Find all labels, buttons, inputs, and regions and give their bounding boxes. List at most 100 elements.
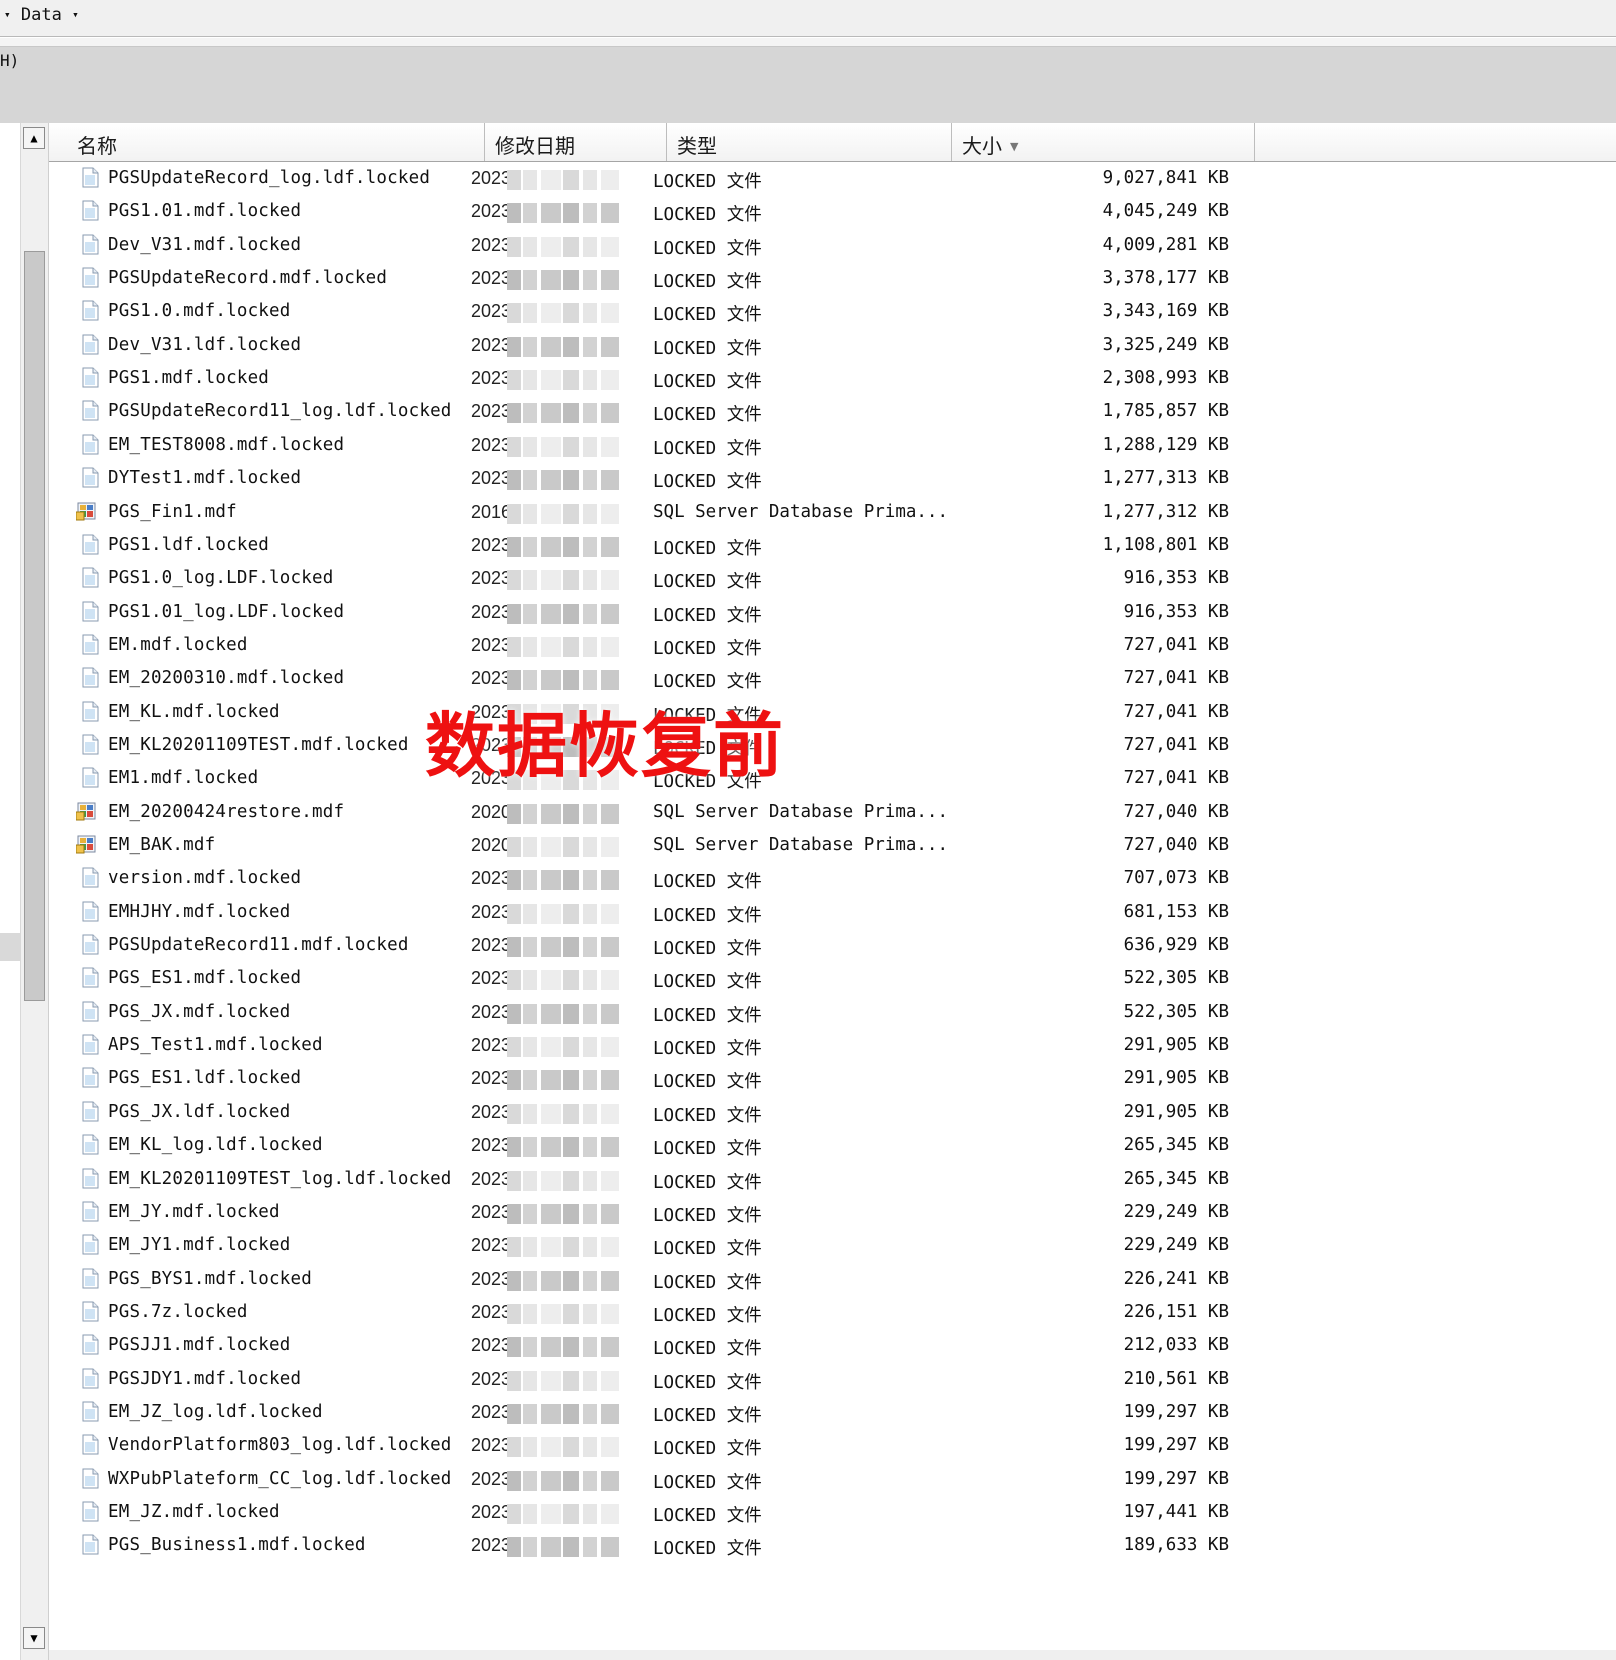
file-name[interactable]: EM1.mdf.locked — [108, 768, 258, 788]
list-item[interactable]: PGS.7z.locked 2023 LOCKED 文件 226,151 KB — [49, 1296, 1616, 1329]
file-name[interactable]: EM_KL20201109TEST.mdf.locked — [108, 735, 409, 755]
file-name[interactable]: EMHJHY.mdf.locked — [108, 902, 291, 922]
list-item[interactable]: PGS_Fin1.mdf 2016 SQL Server Database Prim… — [49, 496, 1616, 529]
file-name[interactable]: EM_TEST8008.mdf.locked — [108, 435, 344, 455]
file-name[interactable]: EM_20200310.mdf.locked — [108, 668, 344, 688]
column-header-name[interactable]: 名称 — [49, 123, 485, 161]
list-item[interactable]: EM_KL_log.ldf.locked 2023 LOCKED 文件 265,345… — [49, 1129, 1616, 1162]
file-name[interactable]: EM_KL20201109TEST_log.ldf.locked — [108, 1169, 452, 1189]
list-item[interactable]: EM_JZ.mdf.locked 2023 LOCKED 文件 197,441 KB — [49, 1496, 1616, 1529]
chevron-down-icon[interactable]: ▾ — [4, 8, 11, 21]
file-name[interactable]: PGS_Business1.mdf.locked — [108, 1535, 366, 1555]
scroll-thumb[interactable] — [24, 251, 45, 1001]
chevron-down-icon[interactable]: ▾ — [72, 8, 79, 21]
file-name[interactable]: PGS1.01.mdf.locked — [108, 201, 301, 221]
file-name[interactable]: EM_20200424restore.mdf — [108, 802, 344, 822]
breadcrumb[interactable]: ▾ Data ▾ — [4, 5, 79, 25]
file-name[interactable]: PGS_JX.mdf.locked — [108, 1002, 291, 1022]
file-name[interactable]: PGS_JX.ldf.locked — [108, 1102, 291, 1122]
list-item[interactable]: Dev_V31.ldf.locked 2023 LOCKED 文件 3,325,249… — [49, 329, 1616, 362]
list-item[interactable]: EM_JZ_log.ldf.locked 2023 LOCKED 文件 199,297… — [49, 1396, 1616, 1429]
list-item[interactable]: PGS1.0_log.LDF.locked 2023 LOCKED 文件 916,35… — [49, 562, 1616, 595]
list-item[interactable]: PGSJDY1.mdf.locked 2023 LOCKED 文件 210,561 K… — [49, 1363, 1616, 1396]
list-item[interactable]: EM_JY1.mdf.locked 2023 LOCKED 文件 229,249 KB — [49, 1229, 1616, 1262]
file-name[interactable]: EM_KL.mdf.locked — [108, 702, 280, 722]
list-item[interactable]: PGS_JX.ldf.locked 2023 LOCKED 文件 291,905 KB — [49, 1096, 1616, 1129]
file-name[interactable]: EM_KL_log.ldf.locked — [108, 1135, 323, 1155]
navigation-selected-item[interactable] — [0, 933, 20, 961]
list-item[interactable]: PGS1.01_log.LDF.locked 2023 LOCKED 文件 916,3… — [49, 596, 1616, 629]
file-name[interactable]: PGS_ES1.mdf.locked — [108, 968, 301, 988]
file-name[interactable]: PGS1.01_log.LDF.locked — [108, 602, 344, 622]
file-name[interactable]: EM_JZ_log.ldf.locked — [108, 1402, 323, 1422]
breadcrumb-data[interactable]: Data — [21, 5, 62, 25]
list-item[interactable]: PGS_BYS1.mdf.locked 2023 LOCKED 文件 226,241 … — [49, 1263, 1616, 1296]
list-item[interactable]: PGS_ES1.ldf.locked 2023 LOCKED 文件 291,905 K… — [49, 1062, 1616, 1095]
list-item[interactable]: WXPubPlateform_CC_log.ldf.locked 2023 LOCK… — [49, 1463, 1616, 1496]
list-item[interactable]: version.mdf.locked 2023 LOCKED 文件 707,073 K… — [49, 862, 1616, 895]
file-name[interactable]: PGS.7z.locked — [108, 1302, 248, 1322]
list-item[interactable]: PGSUpdateRecord.mdf.locked 2023 LOCKED 文件 3… — [49, 262, 1616, 295]
file-name[interactable]: PGSUpdateRecord11_log.ldf.locked — [108, 401, 452, 421]
list-item[interactable]: EM_KL20201109TEST.mdf.locked 2023 LOCKED 文… — [49, 729, 1616, 762]
list-item[interactable]: APS_Test1.mdf.locked 2023 LOCKED 文件 291,905… — [49, 1029, 1616, 1062]
file-name[interactable]: EM_JY.mdf.locked — [108, 1202, 280, 1222]
list-item[interactable]: EM_TEST8008.mdf.locked 2023 LOCKED 文件 1,288… — [49, 429, 1616, 462]
file-name[interactable]: Dev_V31.mdf.locked — [108, 235, 301, 255]
file-name[interactable]: EM_JY1.mdf.locked — [108, 1235, 291, 1255]
file-name[interactable]: APS_Test1.mdf.locked — [108, 1035, 323, 1055]
file-type: SQL Server Database Prima... — [653, 501, 949, 522]
file-name[interactable]: version.mdf.locked — [108, 868, 301, 888]
file-name[interactable]: PGS1.ldf.locked — [108, 535, 269, 555]
vertical-scrollbar[interactable]: ▲ ▼ — [21, 123, 49, 1660]
list-item[interactable]: PGS1.01.mdf.locked 2023 LOCKED 文件 4,045,249… — [49, 195, 1616, 228]
list-item[interactable]: PGS1.0.mdf.locked 2023 LOCKED 文件 3,343,169 … — [49, 295, 1616, 328]
list-item[interactable]: PGSJJ1.mdf.locked 2023 LOCKED 文件 212,033 KB — [49, 1329, 1616, 1362]
list-item[interactable]: PGSUpdateRecord11.mdf.locked 2023 LOCKED 文… — [49, 929, 1616, 962]
file-name[interactable]: EM.mdf.locked — [108, 635, 248, 655]
list-item[interactable]: EM.mdf.locked 2023 LOCKED 文件 727,041 KB — [49, 629, 1616, 662]
scroll-up-button[interactable]: ▲ — [23, 127, 45, 149]
file-name[interactable]: PGSJJ1.mdf.locked — [108, 1335, 291, 1355]
file-name[interactable]: PGSUpdateRecord_log.ldf.locked — [108, 168, 430, 188]
file-name[interactable]: EM_JZ.mdf.locked — [108, 1502, 280, 1522]
file-name[interactable]: VendorPlatform803_log.ldf.locked — [108, 1435, 452, 1455]
file-name[interactable]: DYTest1.mdf.locked — [108, 468, 301, 488]
list-item[interactable]: EM_KL20201109TEST_log.ldf.locked 2023 LOCK… — [49, 1163, 1616, 1196]
list-item[interactable]: EMHJHY.mdf.locked 2023 LOCKED 文件 681,153 KB — [49, 896, 1616, 929]
list-item[interactable]: EM_BAK.mdf 2020 SQL Server Database Prima.… — [49, 829, 1616, 862]
list-item[interactable]: PGS1.ldf.locked 2023 LOCKED 文件 1,108,801 KB — [49, 529, 1616, 562]
file-name[interactable]: PGS1.mdf.locked — [108, 368, 269, 388]
column-header-type[interactable]: 类型 — [667, 123, 952, 161]
list-item[interactable]: EM1.mdf.locked 2023 LOCKED 文件 727,041 KB — [49, 762, 1616, 795]
list-item[interactable]: EM_20200424restore.mdf 2020 SQL Server Dat… — [49, 796, 1616, 829]
column-header-date[interactable]: 修改日期 — [485, 123, 667, 161]
file-name[interactable]: PGS_ES1.ldf.locked — [108, 1068, 301, 1088]
list-item[interactable]: PGS_Business1.mdf.locked 2023 LOCKED 文件 189… — [49, 1529, 1616, 1562]
file-name[interactable]: PGS_Fin1.mdf — [108, 502, 237, 522]
navigation-pane[interactable] — [0, 123, 21, 1660]
list-item[interactable]: EM_KL.mdf.locked 2023 LOCKED 文件 727,041 KB — [49, 696, 1616, 729]
file-name[interactable]: PGSUpdateRecord11.mdf.locked — [108, 935, 409, 955]
list-item[interactable]: PGS1.mdf.locked 2023 LOCKED 文件 2,308,993 KB — [49, 362, 1616, 395]
list-item[interactable]: PGSUpdateRecord_log.ldf.locked 2023 LOCKED… — [49, 162, 1616, 195]
file-name[interactable]: PGSJDY1.mdf.locked — [108, 1369, 301, 1389]
list-item[interactable]: PGSUpdateRecord11_log.ldf.locked 2023 LOCK… — [49, 395, 1616, 428]
file-name[interactable]: Dev_V31.ldf.locked — [108, 335, 301, 355]
list-item[interactable]: PGS_ES1.mdf.locked 2023 LOCKED 文件 522,305 K… — [49, 962, 1616, 995]
list-item[interactable]: PGS_JX.mdf.locked 2023 LOCKED 文件 522,305 KB — [49, 996, 1616, 1029]
list-item[interactable]: VendorPlatform803_log.ldf.locked 2023 LOCK… — [49, 1429, 1616, 1462]
scroll-down-button[interactable]: ▼ — [23, 1627, 45, 1649]
file-name[interactable]: PGS1.0_log.LDF.locked — [108, 568, 333, 588]
file-name[interactable]: PGS_BYS1.mdf.locked — [108, 1269, 312, 1289]
file-name[interactable]: PGSUpdateRecord.mdf.locked — [108, 268, 387, 288]
list-item[interactable]: Dev_V31.mdf.locked 2023 LOCKED 文件 4,009,281… — [49, 229, 1616, 262]
file-name[interactable]: EM_BAK.mdf — [108, 835, 215, 855]
list-item[interactable]: DYTest1.mdf.locked 2023 LOCKED 文件 1,277,313… — [49, 462, 1616, 495]
menu-hotkey-fragment[interactable]: H) — [0, 51, 19, 70]
file-name[interactable]: PGS1.0.mdf.locked — [108, 301, 291, 321]
file-name[interactable]: WXPubPlateform_CC_log.ldf.locked — [108, 1469, 452, 1489]
list-item[interactable]: EM_20200310.mdf.locked 2023 LOCKED 文件 727,0… — [49, 662, 1616, 695]
column-header-size[interactable]: 大小 ▼ — [952, 123, 1255, 161]
list-item[interactable]: EM_JY.mdf.locked 2023 LOCKED 文件 229,249 KB — [49, 1196, 1616, 1229]
